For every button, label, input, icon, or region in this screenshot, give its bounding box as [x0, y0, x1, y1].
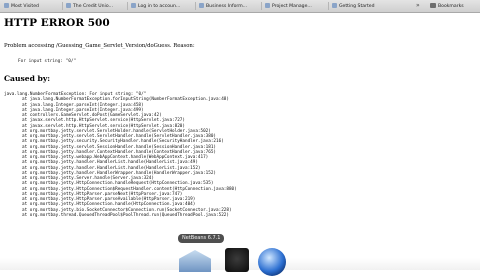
- stack-trace-text: at org.mortbay.jetty.handler.HandlerWrap…: [22, 170, 217, 176]
- stack-trace-text: at org.mortbay.jetty.servlet.SessionHand…: [22, 144, 217, 150]
- stack-trace-text: at org.mortbay.jetty.handler.ContextHand…: [22, 149, 217, 155]
- bookmarks-bar: Most Visited The Credit Unio... Log in t…: [0, 0, 480, 13]
- folder-icon: [4, 3, 9, 8]
- favicon-icon: [199, 3, 204, 8]
- bookmark-label: Project Manage...: [272, 4, 312, 9]
- favicon-icon: [131, 3, 136, 8]
- stack-trace-text: at javax.servlet.http.HttpServlet.servic…: [22, 118, 185, 124]
- bookmark-separator: [62, 2, 63, 10]
- stack-trace-text: at java.lang.NumberFormatException.forIn…: [22, 97, 229, 103]
- stack-trace-line: at org.mortbay.thread.QueuedThreadPool$P…: [4, 213, 237, 218]
- bookmark-business-inform[interactable]: Business Inform...: [199, 3, 247, 10]
- stack-trace-text: at org.mortbay.jetty.handler.HandlerList…: [22, 165, 201, 171]
- bookmark-label: Most Visited: [11, 4, 39, 9]
- bookmark-getting-started[interactable]: Getting Started: [332, 3, 375, 10]
- bookmark-separator: [261, 2, 262, 10]
- stack-trace-text: at org.mortbay.jetty.servlet.ServletHold…: [22, 128, 211, 134]
- problem-description: Problem accessing /Guessing_Game_Servlet…: [4, 43, 195, 49]
- browser-dock-icon[interactable]: [258, 248, 286, 276]
- bookmark-credit-union[interactable]: The Credit Unio...: [66, 3, 113, 10]
- stack-trace-text: at java.lang.Integer.parseInt(Integer.ja…: [22, 102, 144, 108]
- stack-trace-text: at org.mortbay.thread.QueuedThreadPool$P…: [22, 212, 229, 218]
- favicon-icon: [265, 3, 270, 8]
- bookmark-label: Getting Started: [339, 4, 375, 9]
- bookmark-separator: [127, 2, 128, 10]
- stack-lines: at java.lang.NumberFormatException.forIn…: [4, 97, 237, 218]
- stack-trace-text: at org.mortbay.jetty.bio.SocketConnector…: [22, 207, 232, 213]
- favicon-icon: [66, 3, 71, 8]
- terminal-dock-icon[interactable]: [225, 248, 249, 272]
- stack-trace: java.lang.NumberFormatException: For inp…: [4, 92, 237, 218]
- stack-trace-text: at org.mortbay.jetty.HttpParser.parseNex…: [22, 191, 183, 197]
- stack-trace-text: at org.mortbay.jetty.HttpConnection$Requ…: [22, 186, 237, 192]
- bookmarks-icon: [430, 3, 436, 8]
- stack-trace-text: at org.mortbay.jetty.handler.HandlerList…: [22, 160, 198, 166]
- bookmarks-label: Bookmarks: [438, 4, 464, 9]
- stack-trace-text: at java.lang.Integer.parseInt(Integer.ja…: [22, 107, 144, 113]
- caused-by-heading: Caused by:: [4, 74, 51, 83]
- bookmark-most-visited[interactable]: Most Visited: [4, 3, 39, 10]
- chevron-right-icon[interactable]: »: [416, 2, 420, 9]
- bookmark-label: Log in to accoun...: [138, 4, 181, 9]
- stack-trace-text: at org.mortbay.jetty.HttpConnection.hand…: [22, 181, 214, 187]
- bookmark-label: Business Inform...: [206, 4, 248, 9]
- page-title: HTTP ERROR 500: [4, 17, 110, 29]
- bookmark-label: The Credit Unio...: [73, 4, 113, 9]
- favicon-icon: [332, 3, 337, 8]
- dock-tooltip: NetBeans 6.7.1: [178, 234, 225, 243]
- stack-trace-text: at javax.servlet.http.HttpServlet.servic…: [22, 123, 185, 129]
- netbeans-dock-icon[interactable]: [179, 250, 211, 272]
- error-reason: For input string: "0/": [18, 59, 77, 64]
- bookmark-log-in[interactable]: Log in to accoun...: [131, 3, 180, 10]
- bookmarks-menu-button[interactable]: Bookmarks: [430, 3, 464, 10]
- bookmark-separator: [328, 2, 329, 10]
- stack-trace-text: at org.mortbay.jetty.HttpConnection.hand…: [22, 202, 196, 208]
- bookmark-separator: [195, 2, 196, 10]
- stack-trace-text: at org.mortbay.jetty.security.SecurityHa…: [22, 139, 224, 145]
- bookmark-project-manage[interactable]: Project Manage...: [265, 3, 312, 10]
